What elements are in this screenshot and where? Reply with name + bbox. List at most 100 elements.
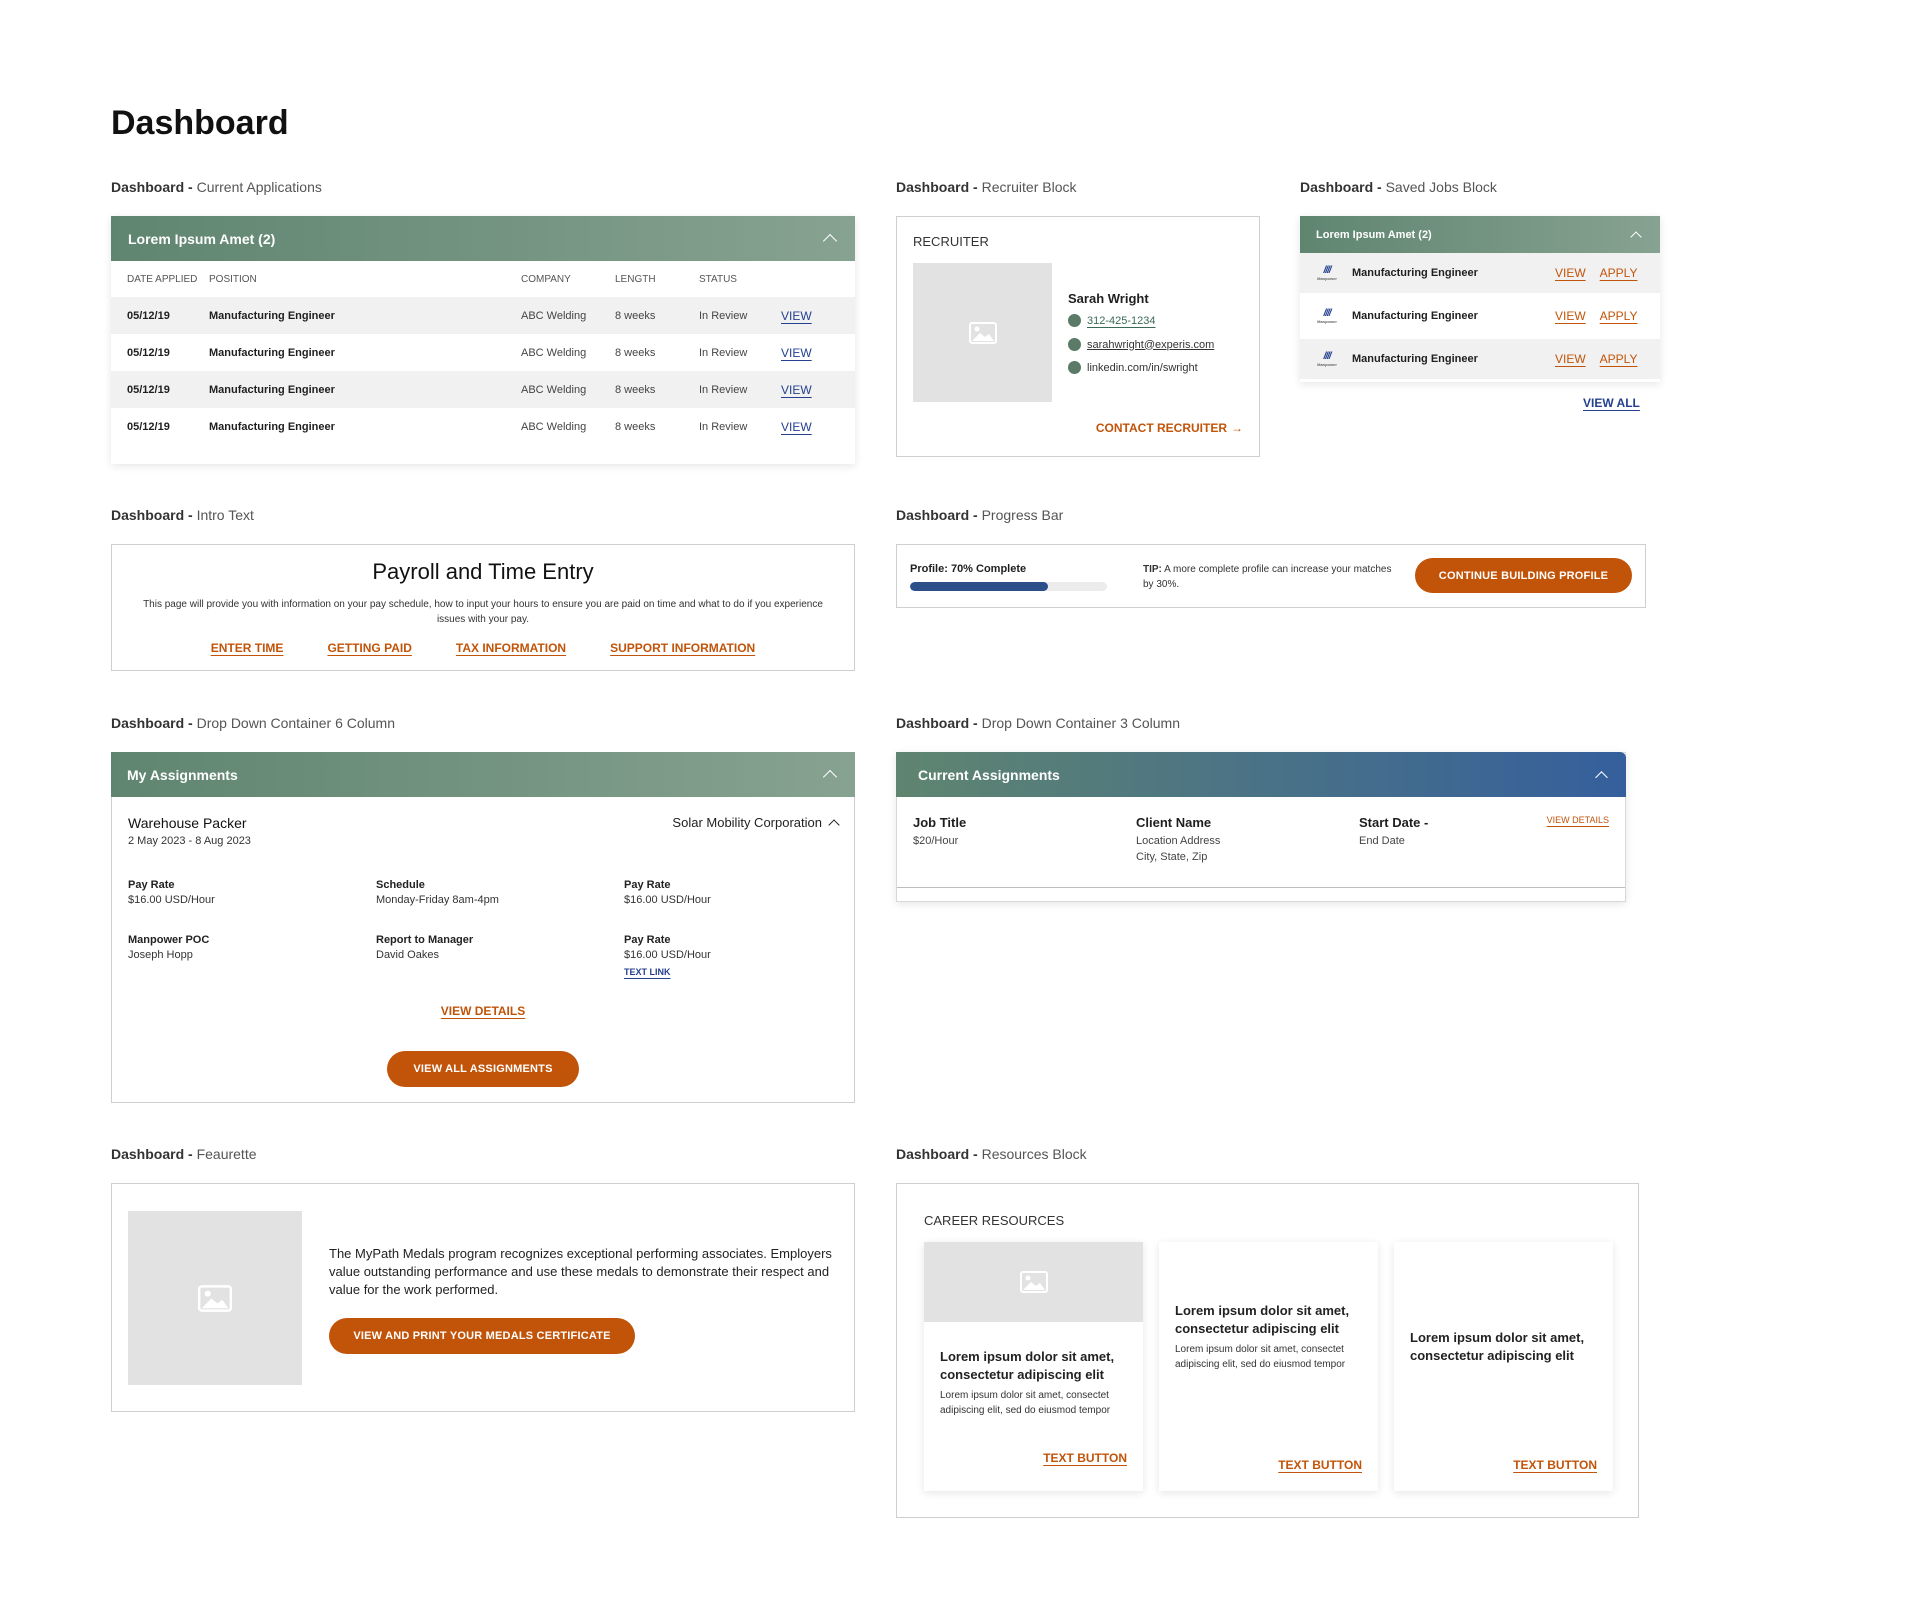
- recruiter-phone-row: 312-425-1234: [1068, 314, 1156, 327]
- arrow-right-icon: →: [1231, 421, 1243, 435]
- intro-body: This page will provide you with informat…: [143, 599, 823, 625]
- view-link[interactable]: VIEW: [781, 420, 841, 434]
- saved-jobs-view-all-link[interactable]: VIEW ALL: [1583, 396, 1640, 410]
- page-title: Dashboard: [111, 104, 289, 142]
- col-client-name: Client Name Location Address City, State…: [1136, 815, 1221, 863]
- assignment-job-title: Warehouse Packer: [128, 815, 247, 831]
- saved-job-view-link[interactable]: VIEW: [1555, 309, 1586, 323]
- resources-card: CAREER RESOURCES Lorem ipsum dolor sit a…: [896, 1183, 1639, 1518]
- view-details-label[interactable]: VIEW DETAILS: [441, 1004, 525, 1018]
- label-resources-block: Dashboard - Resources Block: [896, 1146, 1087, 1162]
- col-date-applied: DATE APPLIED: [127, 273, 198, 285]
- image-placeholder-icon: [198, 1284, 232, 1312]
- col-length: LENGTH: [615, 273, 656, 285]
- current-assignments-header[interactable]: Current Assignments: [896, 752, 1626, 797]
- enter-time-link[interactable]: ENTER TIME: [211, 641, 284, 655]
- resource-card-3: Lorem ipsum dolor sit amet, consectetur …: [1394, 1242, 1613, 1491]
- saved-job-view-link[interactable]: VIEW: [1555, 266, 1586, 280]
- cell-position: Manufacturing Engineer: [209, 309, 335, 322]
- cell-length: 8 weeks: [615, 309, 656, 322]
- saved-job-apply-link[interactable]: APPLY: [1600, 266, 1638, 280]
- text-link[interactable]: TEXT LINK: [624, 967, 711, 977]
- recruiter-heading: RECRUITER: [913, 234, 989, 249]
- view-details-link: VIEW DETAILS: [112, 1004, 854, 1018]
- my-assignments-header[interactable]: My Assignments: [111, 752, 855, 797]
- field-pay-rate: Pay Rate $16.00 USD/Hour: [128, 879, 215, 906]
- linkedin-icon: [1068, 361, 1081, 374]
- intro-links: ENTER TIME GETTING PAID TAX INFORMATION …: [112, 641, 854, 655]
- saved-job-apply-link[interactable]: APPLY: [1600, 309, 1638, 323]
- cell-date: 05/12/19: [127, 420, 170, 433]
- cell-position: Manufacturing Engineer: [209, 420, 335, 433]
- resource-title: Lorem ipsum dolor sit amet, consectetur …: [940, 1349, 1115, 1382]
- resource-card-2: Lorem ipsum dolor sit amet, consectetur …: [1159, 1242, 1378, 1491]
- contact-recruiter-link[interactable]: CONTACT RECRUITER →: [1096, 421, 1243, 435]
- saved-job-title: Manufacturing Engineer: [1352, 267, 1478, 279]
- manpower-logo: //// Manpower: [1317, 351, 1337, 367]
- recruiter-linkedin[interactable]: linkedin.com/in/swright: [1087, 362, 1198, 374]
- view-print-medals-button[interactable]: VIEW AND PRINT YOUR MEDALS CERTIFICATE: [329, 1318, 635, 1354]
- cell-company: ABC Welding: [521, 346, 587, 359]
- cell-company: ABC Welding: [521, 420, 587, 433]
- saved-job-apply-link[interactable]: APPLY: [1600, 352, 1638, 366]
- recruiter-email-row: sarahwright@experis.com: [1068, 338, 1214, 351]
- saved-jobs-header[interactable]: Lorem Ipsum Amet (2): [1300, 216, 1660, 253]
- chevron-up-icon: [828, 818, 840, 831]
- chevron-up-icon[interactable]: [822, 233, 838, 249]
- field-schedule: Schedule Monday-Friday 8am-4pm: [376, 879, 499, 906]
- image-placeholder-icon: [968, 321, 997, 344]
- recruiter-phone[interactable]: 312-425-1234: [1087, 315, 1156, 327]
- chevron-up-icon[interactable]: [822, 769, 838, 785]
- progress-fill: [910, 582, 1048, 591]
- contact-recruiter-label: CONTACT RECRUITER: [1095, 421, 1227, 435]
- cell-date: 05/12/19: [127, 383, 170, 396]
- current-assignments-card: Current Assignments Job Title $20/Hour C…: [896, 752, 1626, 902]
- chevron-up-icon[interactable]: [1630, 231, 1642, 243]
- view-all-assignments-button[interactable]: VIEW ALL ASSIGNMENTS: [387, 1051, 579, 1087]
- label-recruiter-block: Dashboard - Recruiter Block: [896, 179, 1077, 195]
- getting-paid-link[interactable]: GETTING PAID: [327, 641, 411, 655]
- cell-length: 8 weeks: [615, 420, 656, 433]
- text-button[interactable]: TEXT BUTTON: [1043, 1451, 1127, 1465]
- applications-rows: 05/12/19 Manufacturing Engineer ABC Weld…: [111, 297, 855, 445]
- table-row: 05/12/19 Manufacturing Engineer ABC Weld…: [111, 297, 855, 334]
- field-report-to-manager: Report to Manager David Oakes: [376, 934, 474, 961]
- label-progress-bar: Dashboard - Progress Bar: [896, 507, 1064, 523]
- assignment-dates: 2 May 2023 - 8 Aug 2023: [128, 835, 251, 847]
- text-button[interactable]: TEXT BUTTON: [1278, 1458, 1362, 1472]
- view-link[interactable]: VIEW: [781, 346, 841, 360]
- label-feaurette: Dashboard - Feaurette: [111, 1146, 257, 1162]
- current-assignments-title: Current Assignments: [918, 766, 1060, 783]
- tax-information-link[interactable]: TAX INFORMATION: [456, 641, 566, 655]
- view-link[interactable]: VIEW: [781, 383, 841, 397]
- table-row: 05/12/19 Manufacturing Engineer ABC Weld…: [111, 371, 855, 408]
- cell-length: 8 weeks: [615, 346, 656, 359]
- current-applications-card: Lorem Ipsum Amet (2) DATE APPLIED POSITI…: [111, 216, 855, 464]
- view-details-link[interactable]: VIEW DETAILS: [1547, 815, 1609, 825]
- email-icon: [1068, 338, 1081, 351]
- cell-status: In Review: [699, 346, 748, 359]
- current-applications-header[interactable]: Lorem Ipsum Amet (2): [111, 216, 855, 261]
- progress-card: Profile: 70% Complete TIP: A more comple…: [896, 544, 1646, 608]
- resource-card-1: Lorem ipsum dolor sit amet, consectetur …: [924, 1242, 1143, 1491]
- feaurette-image: [128, 1211, 302, 1385]
- cell-company: ABC Welding: [521, 383, 587, 396]
- chevron-up-icon[interactable]: [1595, 770, 1608, 784]
- continue-building-profile-button[interactable]: CONTINUE BUILDING PROFILE: [1415, 558, 1632, 593]
- recruiter-card: RECRUITER Sarah Wright 312-425-1234 sara…: [896, 216, 1260, 457]
- resource-image: [924, 1242, 1143, 1322]
- saved-job-view-link[interactable]: VIEW: [1555, 352, 1586, 366]
- tip-text: A more complete profile can increase you…: [1143, 564, 1392, 590]
- list-item: //// Manpower Manufacturing Engineer VIE…: [1300, 293, 1660, 339]
- field-pay-rate-3: Pay Rate $16.00 USD/Hour TEXT LINK: [624, 934, 711, 977]
- assignment-company-toggle[interactable]: Solar Mobility Corporation: [672, 815, 840, 831]
- view-link[interactable]: VIEW: [781, 309, 841, 323]
- saved-job-title: Manufacturing Engineer: [1352, 310, 1478, 322]
- col-company: COMPANY: [521, 273, 571, 285]
- label-current-applications: Dashboard - Current Applications: [111, 179, 322, 195]
- support-information-link[interactable]: SUPPORT INFORMATION: [610, 641, 755, 655]
- recruiter-email[interactable]: sarahwright@experis.com: [1087, 339, 1214, 351]
- manpower-logo: //// Manpower: [1317, 308, 1337, 324]
- text-button[interactable]: TEXT BUTTON: [1513, 1458, 1597, 1472]
- cell-date: 05/12/19: [127, 346, 170, 359]
